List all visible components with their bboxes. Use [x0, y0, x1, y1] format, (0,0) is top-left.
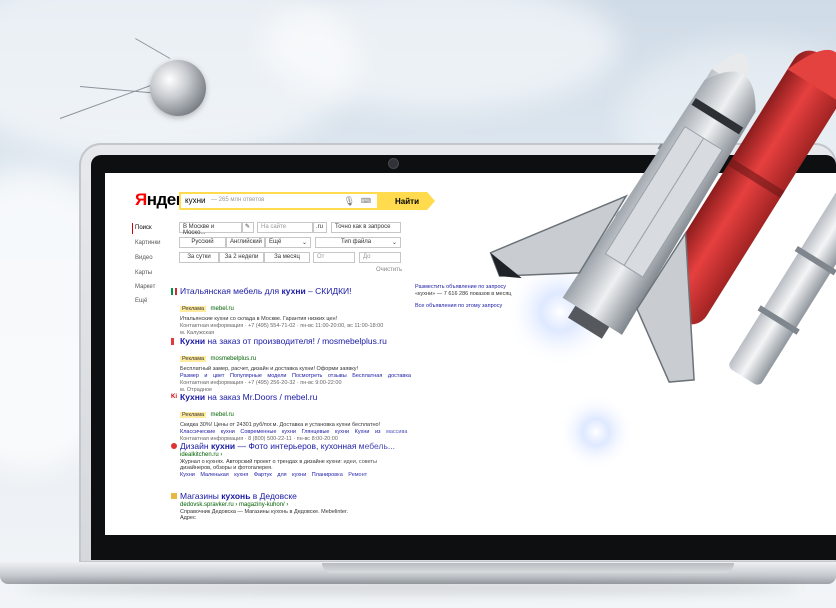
search-button[interactable]: Найти: [379, 192, 435, 210]
favicon-icon: [171, 288, 177, 295]
result-title-link[interactable]: Дизайн кухни — Фото интерьеров, кухонная…: [180, 441, 395, 451]
keyboard-icon[interactable]: ⌨: [361, 197, 371, 205]
nav-active-indicator: [132, 223, 133, 234]
result-sitelinks[interactable]: Размер и цвет Популярные модели Посмотре…: [180, 373, 411, 379]
laptop-shadow: [20, 584, 800, 592]
result-contact[interactable]: Контактная информация · +7 (495) 256-20-…: [180, 380, 411, 386]
region-select[interactable]: В Москве и Моско...: [179, 222, 242, 236]
result-contact[interactable]: Контактная информация · +7 (495) 554-71-…: [180, 323, 383, 329]
edit-region-icon[interactable]: ✎: [242, 222, 254, 233]
search-input[interactable]: кухни — 265 млн ответов 🎙 ⌨: [179, 192, 379, 210]
favicon-icon: [171, 443, 177, 449]
ad-badge: Реклама: [180, 356, 207, 362]
result-url[interactable]: idealkitchen.ru ›: [180, 452, 395, 458]
result-title-link[interactable]: Кухни на заказ Mr.Doors / mebel.ru: [180, 392, 407, 402]
filetype-label: Тип файла: [341, 239, 372, 245]
nav-more[interactable]: Ещё: [135, 298, 147, 304]
nav-maps[interactable]: Карты: [135, 270, 152, 276]
microphone-icon[interactable]: 🎙: [344, 196, 355, 207]
result-title-link[interactable]: Кухни на заказ от производителя! / mosme…: [180, 336, 411, 346]
favicon-icon: [171, 338, 174, 345]
result-snippet: Итальянские кухни со склада в Москве. Га…: [180, 316, 338, 322]
result-sitelinks[interactable]: Классические кухни Современные кухни Гля…: [180, 429, 407, 435]
webcam: [389, 159, 398, 168]
nav-images[interactable]: Картинки: [135, 240, 160, 246]
satellite-sphere: [150, 60, 206, 116]
laptop-screen: Яндекс кухни — 265 млн ответов 🎙 ⌨ Найти…: [105, 173, 836, 535]
nav-market[interactable]: Маркет: [135, 284, 155, 290]
lang-english[interactable]: Английский: [226, 237, 265, 248]
favicon-icon: [171, 493, 177, 499]
search-query: кухни: [185, 196, 206, 205]
result-snippet-2: дизайнеров, обзоры и фотогалерея.: [180, 465, 273, 471]
result-title-link[interactable]: Итальянская мебель для кухни – СКИДКИ!: [180, 286, 383, 296]
result-url[interactable]: mosmebelplus.ru: [211, 356, 257, 362]
lang-more-select[interactable]: Ещё ⌄: [265, 237, 311, 248]
period-day[interactable]: За сутки: [179, 252, 219, 263]
result-snippet: Бесплатный замер, расчет, дизайн и доста…: [180, 366, 359, 372]
result-sitelinks[interactable]: Кухни Маленькая кухня Фартук для кухни П…: [180, 472, 395, 478]
exact-match-toggle[interactable]: Точно как в запросе: [331, 222, 401, 233]
all-ads-link[interactable]: Все объявления по этому запросу: [415, 303, 502, 309]
chevron-down-icon: ⌄: [391, 240, 397, 246]
result-url[interactable]: mebel.ru: [211, 306, 234, 312]
result-url[interactable]: dedovsk.spravker.ru › magaziny-kuhon/ ›: [180, 502, 348, 508]
site-input[interactable]: На сайте: [257, 222, 313, 233]
results-count: — 265 млн ответов: [211, 197, 265, 203]
site-suffix: .ru: [313, 222, 327, 233]
period-month[interactable]: За месяц: [264, 252, 310, 263]
laptop-hinge-notch: [322, 563, 734, 573]
search-result: Дизайн кухни — Фото интерьеров, кухонная…: [171, 441, 395, 478]
result-snippet: Скидка 30%! Цены от 24301 руб/пог.м. Дос…: [180, 422, 381, 428]
lang-russian[interactable]: Русский: [179, 237, 226, 248]
result-title-link[interactable]: Магазины кухонь в Дедовске: [180, 491, 348, 501]
ad-badge: Реклама: [180, 412, 207, 418]
result-snippet-2: Адрес: [180, 515, 196, 521]
result-url[interactable]: mebel.ru: [211, 412, 234, 418]
nav-search[interactable]: Поиск: [135, 225, 152, 231]
search-result: Ki Кухни на заказ Mr.Doors / mebel.ru Ре…: [171, 392, 407, 442]
date-to-input[interactable]: До: [359, 252, 401, 263]
search-result: Кухни на заказ от производителя! / mosme…: [171, 336, 411, 393]
date-from-input[interactable]: От: [313, 252, 355, 263]
clear-filters-link[interactable]: Очистить: [376, 267, 402, 273]
ad-badge: Реклама: [180, 306, 207, 312]
nav-video[interactable]: Видео: [135, 255, 153, 261]
period-two-weeks[interactable]: За 2 недели: [219, 252, 264, 263]
place-ad-link[interactable]: Разместить объявление по запросу: [415, 284, 506, 290]
impressions-info: «кухни» — 7 616 286 показов в месяц: [415, 291, 512, 297]
lang-more-label: Ещё: [269, 239, 282, 245]
filetype-select[interactable]: Тип файла ⌄: [315, 237, 401, 248]
search-result: Итальянская мебель для кухни – СКИДКИ! Р…: [171, 286, 383, 336]
search-result: Магазины кухонь в Дедовске dedovsk.sprav…: [171, 491, 348, 521]
favicon-icon: Ki: [171, 394, 177, 400]
chevron-down-icon: ⌄: [301, 240, 307, 246]
result-snippet: Справочник Дедовска — Магазины кухонь в …: [180, 509, 349, 515]
